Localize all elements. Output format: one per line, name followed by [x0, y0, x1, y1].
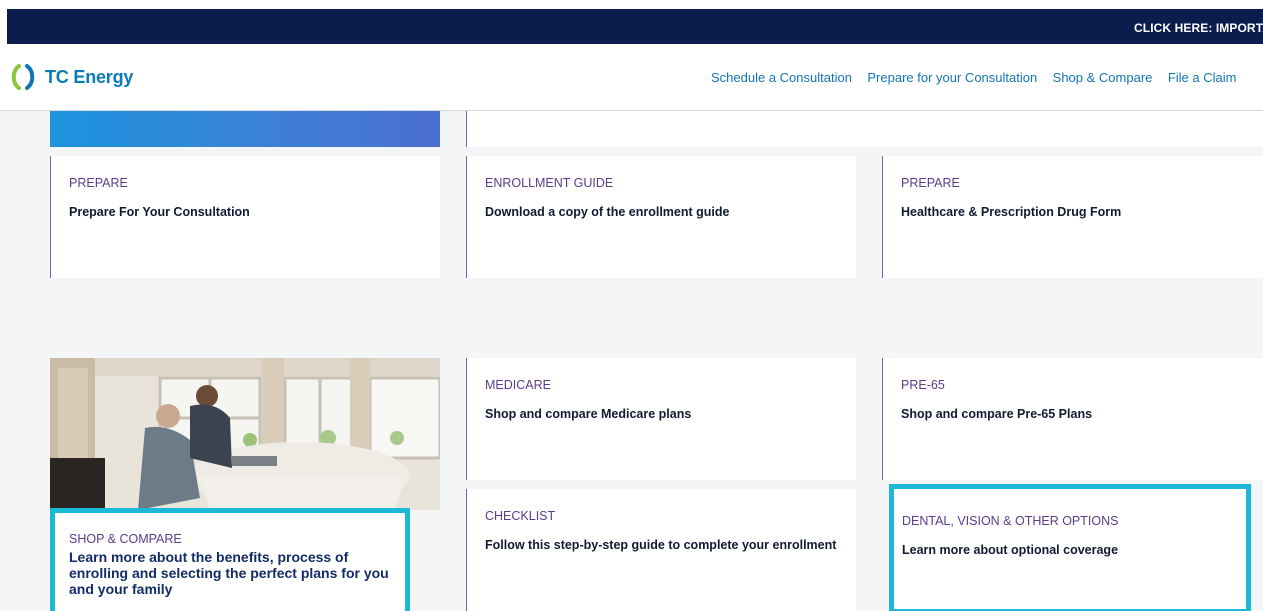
main-nav: Schedule a Consultation Prepare for your…	[711, 69, 1247, 87]
card-category: SHOP & COMPARE	[69, 532, 182, 546]
nav-shop-compare[interactable]: Shop & Compare	[1053, 70, 1153, 85]
card-enrollment-guide[interactable]: ENROLLMENT GUIDE Download a copy of the …	[466, 156, 856, 278]
card-title: Healthcare & Prescription Drug Form	[901, 205, 1122, 219]
card-dental-vision[interactable]: DENTAL, VISION & OTHER OPTIONS Learn mor…	[889, 484, 1251, 611]
card-title: Prepare For Your Consultation	[69, 205, 250, 219]
card-category: PREPARE	[901, 176, 960, 190]
card-title: Shop and compare Medicare plans	[485, 407, 692, 421]
card-title: Shop and compare Pre-65 Plans	[901, 407, 1093, 421]
card-category: MEDICARE	[485, 378, 551, 392]
announcement-bar[interactable]: CLICK HERE: IMPORTANT	[7, 9, 1263, 44]
card-category: CHECKLIST	[485, 509, 556, 523]
announcement-link[interactable]: CLICK HERE: IMPORTANT	[1134, 21, 1263, 35]
photo-seniors-laptop	[50, 358, 440, 510]
nav-schedule-consultation[interactable]: Schedule a Consultation	[711, 70, 852, 85]
card-title: Learn more about optional coverage	[902, 543, 1119, 557]
content-area: PREPARE Prepare For Your Consultation EN…	[0, 111, 1263, 611]
card-category: PREPARE	[69, 176, 128, 190]
card-title: Download a copy of the enrollment guide	[485, 205, 730, 219]
nav-file-claim[interactable]: File a Claim	[1168, 70, 1237, 85]
site-header: TC Energy Schedule a Consultation Prepar…	[0, 44, 1263, 111]
logo-text: TC Energy	[45, 66, 134, 87]
card-prepare-form[interactable]: PREPARE Healthcare & Prescription Drug F…	[882, 156, 1263, 278]
card-pre65[interactable]: PRE-65 Shop and compare Pre-65 Plans	[882, 358, 1263, 480]
card-medicare[interactable]: MEDICARE Shop and compare Medicare plans	[466, 358, 856, 480]
card-checklist[interactable]: CHECKLIST Follow this step-by-step guide…	[466, 489, 856, 611]
card-category: DENTAL, VISION & OTHER OPTIONS	[902, 514, 1119, 528]
card-category: ENROLLMENT GUIDE	[485, 176, 614, 190]
photo-illustration	[50, 358, 440, 510]
card-category: PRE-65	[901, 378, 945, 392]
banner-image	[50, 111, 440, 147]
card-shop-compare[interactable]: SHOP & COMPARE Learn more about the bene…	[50, 508, 410, 611]
card-partial[interactable]	[466, 111, 1263, 147]
tc-energy-logo-icon	[11, 64, 35, 90]
logo[interactable]: TC Energy	[10, 64, 133, 90]
card-title: Follow this step-by-step guide to comple…	[485, 538, 837, 552]
nav-prepare-consultation[interactable]: Prepare for your Consultation	[867, 70, 1037, 85]
card-prepare-consultation[interactable]: PREPARE Prepare For Your Consultation	[50, 156, 440, 278]
card-title: Learn more about the benefits, process o…	[69, 549, 389, 597]
